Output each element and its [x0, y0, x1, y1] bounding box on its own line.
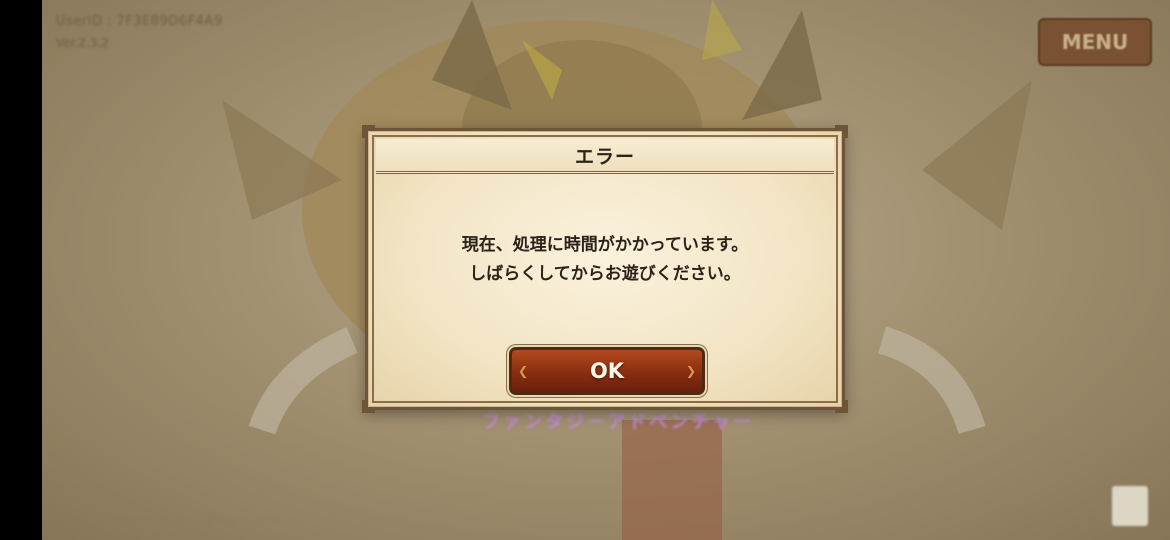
dialog-corner-ornament	[835, 125, 848, 138]
version-text: Ver.2.3.2	[56, 36, 109, 50]
copyright-text: © 2022 サーバー ・ ・ ・ ゲーム ・ ・ ・ ・	[62, 516, 298, 527]
ok-button-label: OK	[589, 359, 625, 383]
message-line-1: 現在、処理に時間がかかっています。	[461, 235, 749, 255]
chevron-right-icon: ❯	[686, 364, 697, 378]
ok-button[interactable]: ❮ OK ❯	[509, 347, 705, 395]
game-logo: ファンタジーアドベンチャー	[482, 412, 755, 433]
dialog-corner-ornament	[362, 400, 375, 413]
left-screen-bar	[0, 0, 42, 540]
dialog-corner-ornament	[835, 400, 848, 413]
menu-button[interactable]: MENU	[1038, 18, 1152, 66]
dialog-message: 現在、処理に時間がかかっています。 しばらくしてからお遊びください。	[388, 231, 822, 289]
dialog-title: エラー	[574, 145, 635, 168]
message-line-2: しばらくしてからお遊びください。	[469, 264, 741, 284]
error-dialog: エラー 現在、処理に時間がかかっています。 しばらくしてからお遊びください。 ❮…	[362, 125, 848, 413]
dialog-header: エラー	[376, 139, 834, 174]
user-id-text: UserID : 7F3E89D6F4A9	[56, 14, 223, 29]
dialog-corner-ornament	[362, 125, 375, 138]
rating-badge-icon	[1112, 486, 1148, 526]
chevron-left-icon: ❮	[518, 364, 529, 378]
